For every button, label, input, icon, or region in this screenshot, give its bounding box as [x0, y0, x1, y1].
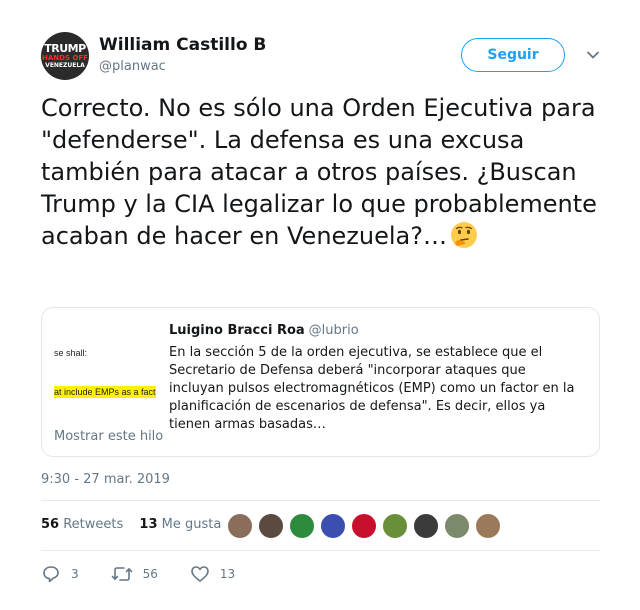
reply-action[interactable]: 3	[41, 564, 79, 584]
reply-icon	[43, 566, 59, 583]
show-thread-link[interactable]: Mostrar este hilo	[54, 429, 163, 444]
liker-avatar[interactable]	[351, 513, 377, 539]
quoted-tweet[interactable]: se shall: at include EMPs as a fact Most…	[41, 307, 600, 457]
quoted-author-handle: @lubrio	[308, 323, 359, 338]
author-name[interactable]: William Castillo B	[99, 35, 266, 55]
tweet-actions: 3 56 13	[41, 563, 235, 585]
tweet-stats: 56 Retweets 13 Me gusta	[41, 517, 221, 532]
retweet-action[interactable]: 56	[111, 564, 158, 584]
liker-avatar[interactable]	[475, 513, 501, 539]
avatar-text-3: VENEZUELA	[45, 62, 85, 69]
liker-avatar[interactable]	[320, 513, 346, 539]
retweets-stat[interactable]: 56 Retweets	[41, 517, 123, 532]
retweet-icon	[111, 567, 132, 581]
retweet-count: 56	[142, 567, 158, 581]
likes-label: Me gusta	[161, 517, 222, 532]
tweet-text-body: Correcto. No es sólo una Orden Ejecutiva…	[41, 94, 597, 250]
divider	[41, 550, 600, 551]
divider	[41, 500, 600, 501]
quoted-tweet-thumbnail[interactable]: se shall: at include EMPs as a fact	[54, 320, 158, 424]
author-handle[interactable]: @planwac	[99, 59, 166, 74]
liker-avatar[interactable]	[382, 513, 408, 539]
liker-avatar[interactable]	[289, 513, 315, 539]
liker-avatar[interactable]	[227, 513, 253, 539]
avatar-text-1: TRUMP	[44, 42, 86, 55]
tweet-timestamp[interactable]: 9:30 - 27 mar. 2019	[41, 472, 170, 487]
liker-avatar[interactable]	[413, 513, 439, 539]
likers-avatars	[227, 513, 506, 539]
thumbnail-line-2: at include EMPs as a fact	[54, 386, 156, 398]
quoted-author[interactable]: Luigino Bracci Roa @lubrio	[169, 323, 359, 338]
tweet-text: Correcto. No es sólo una Orden Ejecutiva…	[41, 92, 611, 258]
retweets-label: Retweets	[63, 517, 124, 532]
heart-icon	[191, 566, 209, 582]
thinking-face-icon	[449, 220, 479, 258]
liker-avatar[interactable]	[444, 513, 470, 539]
thumbnail-line-1: se shall:	[54, 348, 88, 358]
follow-button[interactable]: Seguir	[461, 38, 565, 72]
likes-count: 13	[139, 517, 158, 532]
retweets-count: 56	[41, 517, 60, 532]
avatar-text-2: HANDS OFF	[42, 54, 88, 62]
like-action[interactable]: 13	[190, 564, 235, 584]
liker-avatar[interactable]	[258, 513, 284, 539]
avatar[interactable]: TRUMP HANDS OFF VENEZUELA	[41, 32, 89, 80]
reply-count: 3	[71, 567, 79, 581]
likes-stat[interactable]: 13 Me gusta	[139, 517, 221, 532]
quoted-author-name: Luigino Bracci Roa	[169, 323, 305, 338]
quoted-tweet-text: En la sección 5 de la orden ejecutiva, s…	[169, 345, 575, 432]
chevron-down-icon[interactable]	[585, 47, 601, 63]
like-count: 13	[219, 567, 236, 581]
